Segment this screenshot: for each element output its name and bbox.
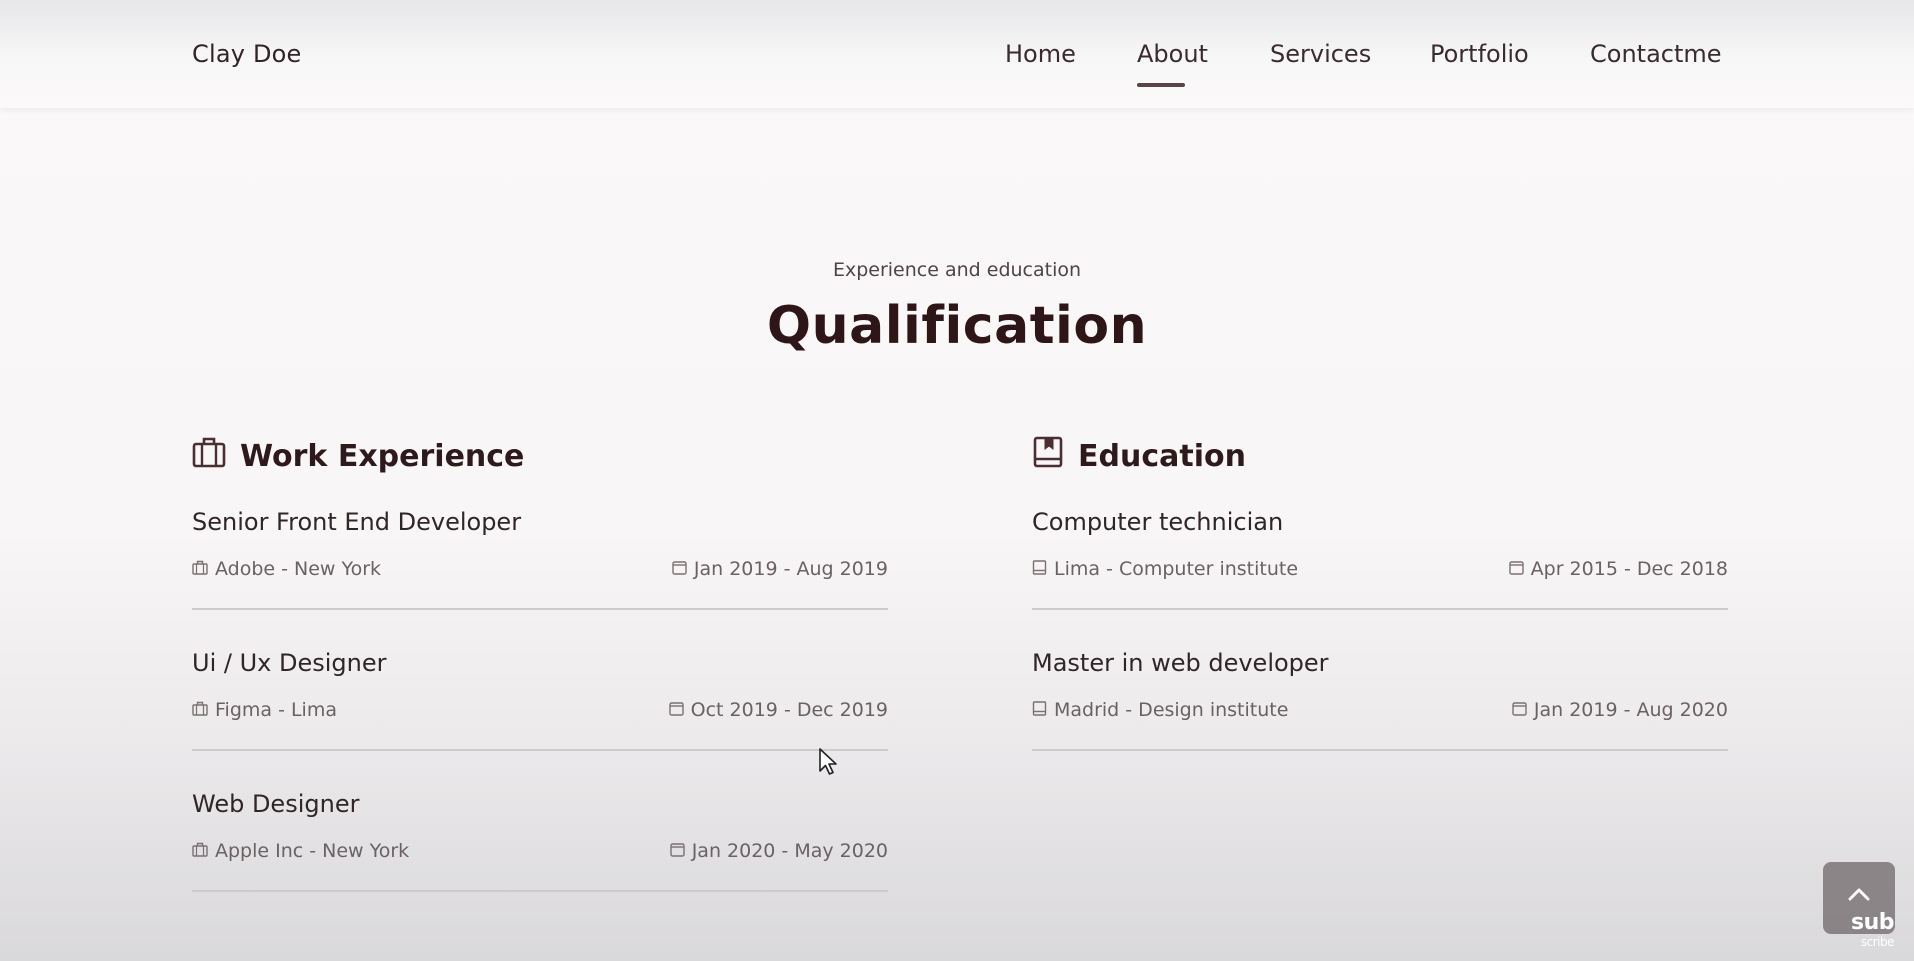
entry-title: Ui / Ux Designer	[192, 649, 387, 677]
entry-date: Jan 2019 - Aug 2020	[1512, 699, 1728, 721]
section-subtitle: Experience and education	[832, 259, 1082, 281]
chevron-up-icon	[1847, 886, 1871, 906]
work-entry: Senior Front End Developer Adobe - New Y…	[192, 436, 888, 610]
active-nav-indicator	[1137, 83, 1185, 87]
site-header: Clay Doe Home About Services Portfolio C…	[0, 0, 1914, 108]
work-entry: Web Designer Apple Inc - New York Jan 20…	[192, 718, 888, 892]
nav-home[interactable]: Home	[1005, 40, 1076, 68]
education-entry: Master in web developer Madrid - Design …	[1032, 577, 1728, 751]
entry-title: Computer technician	[1032, 508, 1284, 536]
briefcase-icon	[192, 840, 215, 862]
entry-title: Senior Front End Developer	[192, 508, 522, 536]
book-icon	[1032, 699, 1054, 721]
subscribe-watermark: sub scribe	[1851, 910, 1895, 950]
entry-place: Madrid - Design institute	[1032, 699, 1288, 721]
nav-portfolio[interactable]: Portfolio	[1430, 40, 1529, 68]
nav-contactme[interactable]: Contactme	[1590, 40, 1722, 68]
education-column: Education Computer technician Lima - Com…	[1032, 436, 1728, 758]
calendar-icon	[1512, 699, 1534, 721]
section-title: Qualification	[766, 296, 1148, 356]
nav-about[interactable]: About	[1137, 40, 1208, 68]
work-experience-column: Work Experience Senior Front End Develop…	[192, 436, 888, 899]
entry-place: Apple Inc - New York	[192, 840, 409, 862]
entry-date: Jan 2020 - May 2020	[670, 840, 888, 862]
calendar-icon	[670, 840, 692, 862]
education-entry: Computer technician Lima - Computer inst…	[1032, 436, 1728, 610]
entry-divider	[192, 890, 888, 892]
mouse-cursor-icon	[818, 747, 838, 781]
entry-title: Master in web developer	[1032, 649, 1329, 677]
main-nav: Home About Services Portfolio Contactme	[0, 40, 1914, 80]
work-entry: Ui / Ux Designer Figma - Lima Oct 2019 -…	[192, 577, 888, 751]
entry-divider	[1032, 749, 1728, 751]
entry-title: Web Designer	[192, 790, 360, 818]
nav-services[interactable]: Services	[1270, 40, 1371, 68]
